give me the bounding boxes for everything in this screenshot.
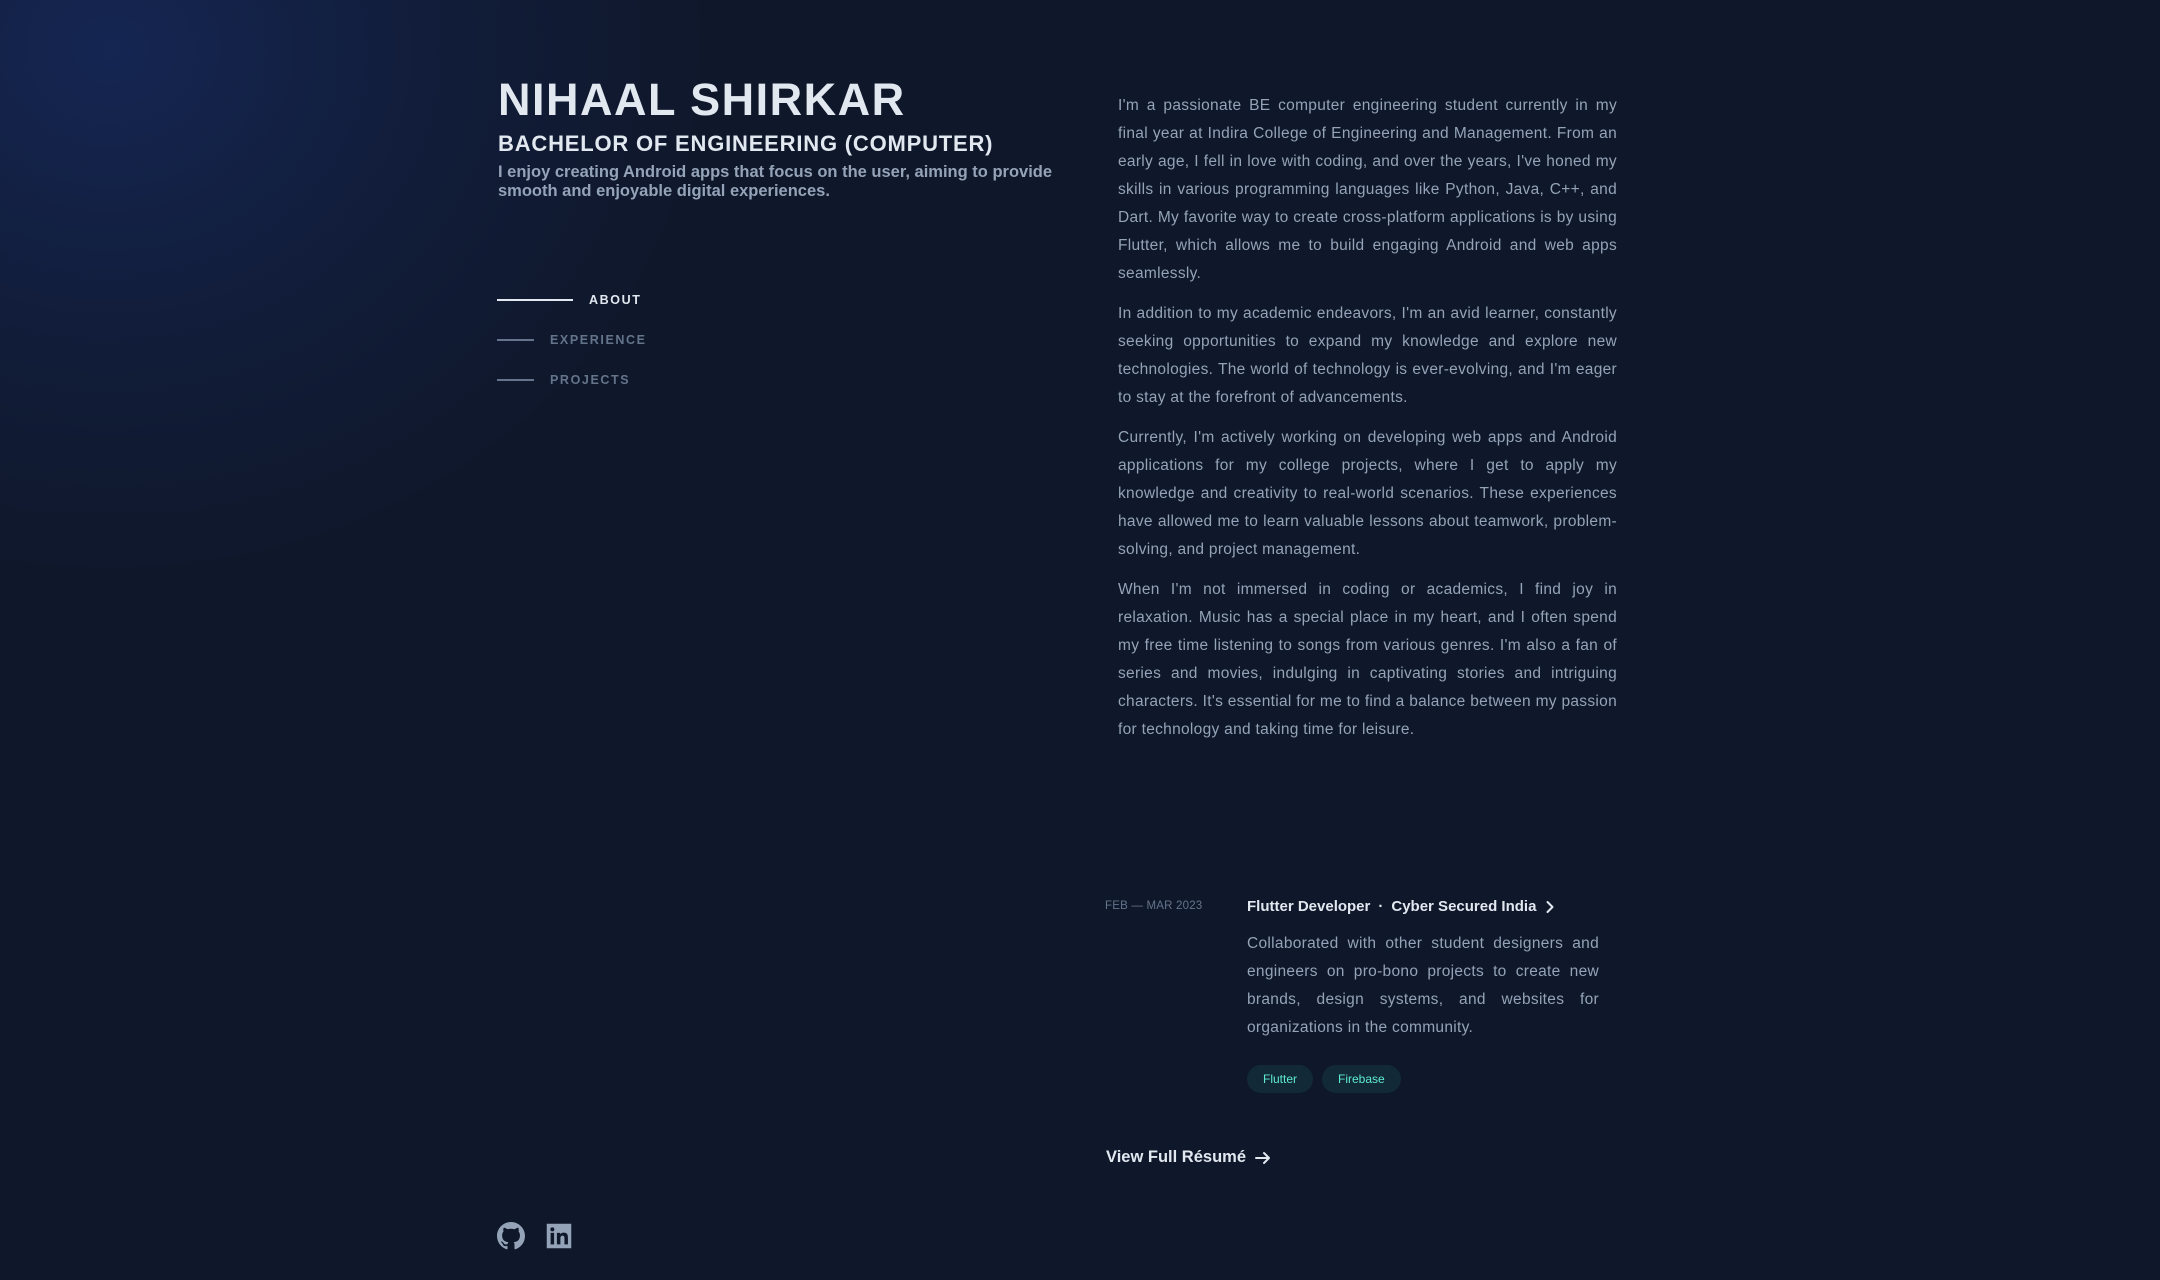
arrow-right-icon [1255,1151,1270,1164]
job-company: Cyber Secured India [1391,898,1537,915]
about-paragraph: I'm a passionate BE computer engineering… [1118,97,1617,282]
section-nav: ABOUT EXPERIENCE PROJECTS [497,280,647,400]
tag-flutter: Flutter [1247,1065,1314,1093]
about-paragraph: In addition to my academic endeavors, I'… [1118,305,1617,406]
job-date: FEB — MAR 2023 [1105,900,1203,912]
nav-indicator-line [497,339,534,341]
background-glow [0,0,2160,1280]
page-title: NIHAAL SHIRKAR [498,74,906,125]
about-section: I'm a passionate BE computer engineering… [1118,92,1617,756]
github-icon[interactable] [497,1222,525,1250]
tech-tags: Flutter Firebase [1247,1065,1401,1093]
degree-subtitle: BACHELOR OF ENGINEERING (COMPUTER) [498,131,994,156]
social-links [497,1222,573,1250]
nav-item-about[interactable]: ABOUT [497,280,647,320]
nav-item-projects[interactable]: PROJECTS [497,360,647,400]
about-paragraph: When I'm not immersed in coding or acade… [1118,581,1617,738]
resume-link-label: View Full Résumé [1106,1148,1246,1166]
nav-item-label: ABOUT [589,293,642,307]
linkedin-icon[interactable] [545,1222,573,1250]
job-title-link[interactable]: Flutter Developer · Cyber Secured India [1247,893,1556,921]
job-role: Flutter Developer [1247,898,1371,915]
about-paragraph: Currently, I'm actively working on devel… [1118,429,1617,558]
job-description: Collaborated with other student designer… [1247,935,1599,1036]
nav-indicator-line [497,379,534,381]
nav-item-label: PROJECTS [550,373,631,387]
nav-indicator-line [497,299,573,301]
nav-item-experience[interactable]: EXPERIENCE [497,320,647,360]
chevron-right-icon [1546,901,1554,913]
title-separator: · [1378,898,1384,915]
tagline: I enjoy creating Android apps that focus… [498,163,1053,200]
tag-firebase: Firebase [1322,1065,1401,1093]
view-resume-link[interactable]: View Full Résumé [1106,1148,1272,1167]
nav-item-label: EXPERIENCE [550,333,647,347]
